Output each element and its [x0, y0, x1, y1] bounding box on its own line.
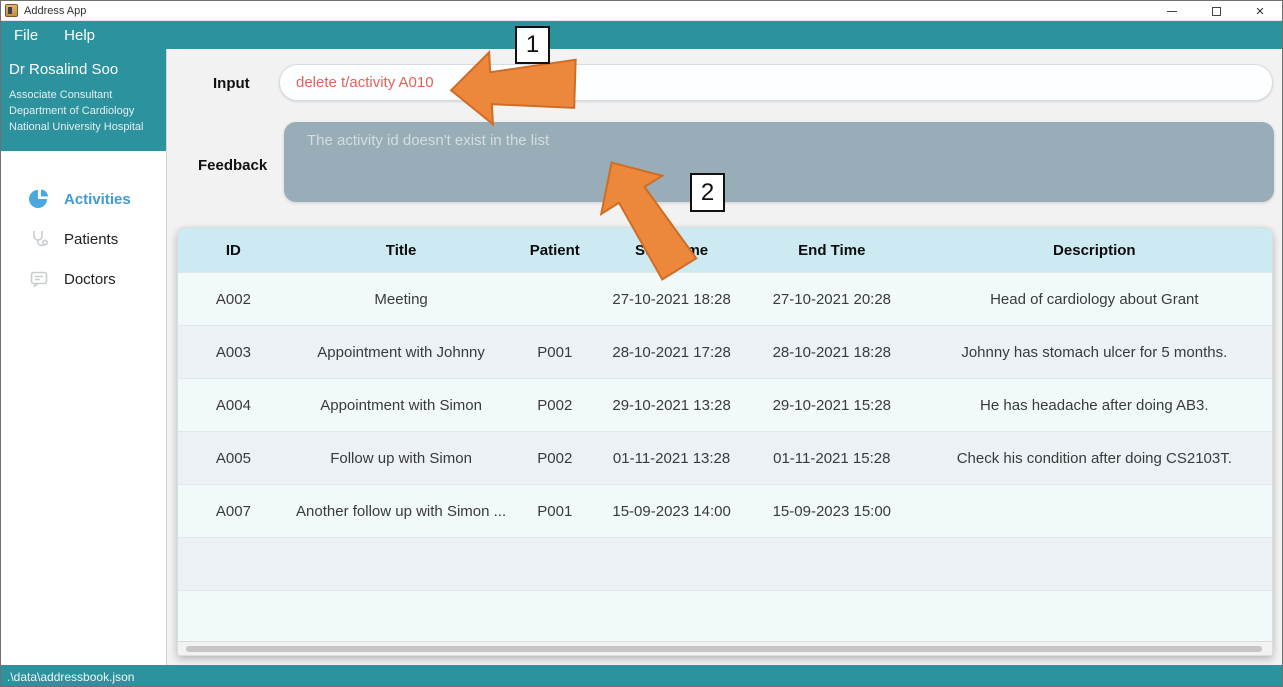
table-cell-description: Check his condition after doing CS2103T. — [956, 449, 1232, 467]
horizontal-scrollbar[interactable] — [178, 641, 1272, 655]
doctor-profile-card: Dr Rosalind Soo Associate Consultant Dep… — [1, 49, 166, 151]
column-header[interactable]: End Time — [747, 242, 917, 259]
close-icon: × — [1255, 2, 1265, 20]
app-icon — [5, 4, 18, 17]
table-cell-id: A003 — [215, 343, 251, 361]
scrollbar-thumb[interactable] — [186, 646, 1262, 652]
table-cell-end: 28-10-2021 18:28 — [772, 343, 892, 361]
feedback-box: The activity id doesn't exist in the lis… — [284, 122, 1274, 202]
table-cell-title: Meeting — [374, 290, 428, 308]
menu-bar: File Help — [1, 21, 1282, 49]
doctor-role: Associate Consultant — [9, 89, 113, 101]
app-window: Address App × File Help Dr Rosalind Soo … — [0, 0, 1283, 687]
table-cell-start: 29-10-2021 13:28 — [612, 396, 731, 414]
table-cell-description: He has headache after doing AB3. — [980, 396, 1209, 414]
chat-icon — [29, 269, 49, 289]
feedback-label: Feedback — [198, 157, 268, 174]
table-cell-start: 28-10-2021 17:28 — [612, 343, 731, 361]
table-cell-title: Appointment with Johnny — [317, 343, 485, 361]
window-title: Address App — [24, 4, 87, 17]
table-cell-start: 27-10-2021 18:28 — [612, 290, 731, 308]
command-input[interactable] — [279, 64, 1273, 101]
close-button[interactable]: × — [1238, 1, 1282, 21]
table-cell-patient: P001 — [537, 343, 573, 361]
annotation-arrow-1 — [447, 44, 581, 131]
sidebar: Dr Rosalind Soo Associate Consultant Dep… — [1, 49, 167, 665]
table-cell-title: Another follow up with Simon ... — [296, 502, 507, 520]
minimize-button[interactable] — [1150, 1, 1194, 21]
menu-help[interactable]: Help — [64, 27, 95, 44]
table-row[interactable] — [178, 590, 1272, 643]
table-cell-description: Head of cardiology about Grant — [990, 290, 1199, 308]
table-cell-title: Follow up with Simon — [330, 449, 472, 467]
data-file-path: .\data\addressbook.json — [7, 669, 135, 684]
feedback-message: The activity id doesn't exist in the lis… — [307, 132, 550, 149]
table-row[interactable]: A002 Meeting 27-10-2021 18:28 27-10-2021… — [178, 272, 1272, 325]
table-cell-title: Appointment with Simon — [320, 396, 482, 414]
column-header[interactable]: Description — [917, 242, 1272, 259]
table-cell-id: A004 — [215, 396, 251, 414]
table-cell-id: A002 — [215, 290, 251, 308]
sidebar-nav: Activities Patients Doctors — [1, 179, 166, 299]
sidebar-item-patients[interactable]: Patients — [1, 219, 166, 259]
status-bar: .\data\addressbook.json — [1, 665, 1282, 686]
table-body: A002 Meeting 27-10-2021 18:28 27-10-2021… — [178, 272, 1272, 643]
table-cell-patient: P002 — [537, 449, 573, 467]
table-row[interactable] — [178, 537, 1272, 590]
table-cell-end: 01-11-2021 15:28 — [773, 449, 891, 467]
sidebar-item-label: Patients — [64, 230, 119, 248]
sidebar-item-doctors[interactable]: Doctors — [1, 259, 166, 299]
table-row[interactable]: A007 Another follow up with Simon ... P0… — [178, 484, 1272, 537]
column-header[interactable]: Title — [289, 242, 514, 259]
table-cell-id: A005 — [215, 449, 251, 467]
doctor-name: Dr Rosalind Soo — [9, 61, 119, 78]
table-cell-patient: P001 — [537, 502, 573, 520]
input-label: Input — [213, 75, 250, 92]
table-cell-end: 29-10-2021 15:28 — [772, 396, 892, 414]
menu-file[interactable]: File — [14, 27, 38, 44]
table-cell-patient: P002 — [537, 396, 573, 414]
sidebar-item-activities[interactable]: Activities — [1, 179, 166, 219]
table-cell-id: A007 — [215, 502, 251, 520]
table-row[interactable]: A004 Appointment with Simon P002 29-10-2… — [178, 378, 1272, 431]
table-cell-end: 27-10-2021 20:28 — [772, 290, 892, 308]
doctor-department: Department of Cardiology — [9, 105, 135, 117]
annotation-label-2: 2 — [690, 173, 725, 212]
annotation-label-1: 1 — [515, 26, 550, 64]
sidebar-item-label: Activities — [64, 190, 131, 208]
table-cell-end: 15-09-2023 15:00 — [772, 502, 892, 520]
sidebar-item-label: Doctors — [64, 270, 116, 288]
restore-icon — [1211, 6, 1221, 16]
table-cell-description: Johnny has stomach ulcer for 5 months. — [961, 343, 1228, 361]
table-row[interactable]: A003 Appointment with Johnny P001 28-10-… — [178, 325, 1272, 378]
table-row[interactable]: A005 Follow up with Simon P002 01-11-202… — [178, 431, 1272, 484]
title-bar[interactable]: Address App × — [1, 1, 1282, 21]
column-header[interactable]: ID — [178, 242, 289, 259]
restore-button[interactable] — [1194, 1, 1238, 21]
table-header: IDTitlePatientStart TimeEnd TimeDescript… — [178, 228, 1272, 272]
activity-table: IDTitlePatientStart TimeEnd TimeDescript… — [177, 227, 1273, 656]
main-content: Input Feedback The activity id doesn't e… — [168, 49, 1282, 665]
stethoscope-icon — [29, 229, 49, 249]
minimize-icon — [1167, 10, 1177, 12]
column-header[interactable]: Patient — [513, 242, 596, 259]
table-cell-start: 01-11-2021 13:28 — [612, 449, 731, 467]
doctor-hospital: National University Hospital — [9, 121, 144, 133]
pie-chart-icon — [29, 189, 49, 209]
table-cell-start: 15-09-2023 14:00 — [612, 502, 731, 520]
